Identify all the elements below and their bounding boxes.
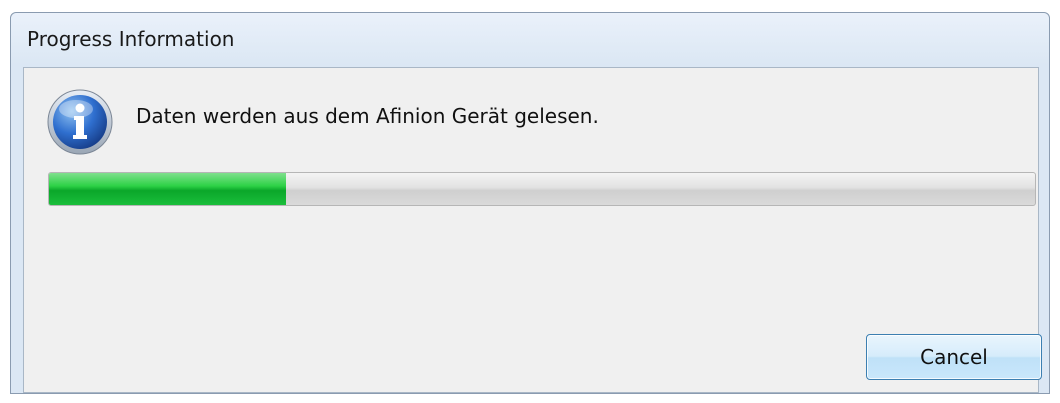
progress-bar-fill — [49, 173, 286, 205]
cancel-button[interactable]: Cancel — [866, 334, 1042, 380]
progress-dialog: Progress Information Daten werden aus de… — [10, 12, 1050, 394]
dialog-body: Daten werden aus dem Afinion Gerät geles… — [23, 67, 1042, 393]
info-icon — [47, 89, 113, 155]
status-message: Daten werden aus dem Afinion Gerät geles… — [136, 104, 599, 128]
progress-bar — [48, 172, 1036, 206]
window-title: Progress Information — [27, 27, 235, 51]
title-bar[interactable]: Progress Information — [11, 13, 1049, 65]
